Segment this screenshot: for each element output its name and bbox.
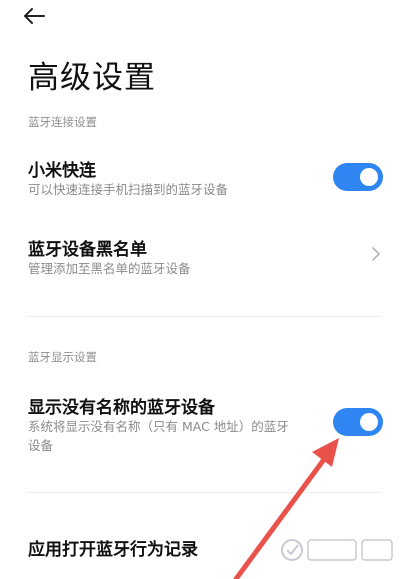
back-arrow-icon	[24, 8, 45, 24]
section-divider	[28, 316, 380, 317]
blacklist-subtitle: 管理添加至黑名单的蓝牙设备	[28, 261, 191, 276]
section-header-bluetooth-display: 蓝牙显示设置	[28, 350, 97, 364]
blacklist-title[interactable]: 蓝牙设备黑名单	[28, 235, 147, 260]
section-header-bluetooth-connection: 蓝牙连接设置	[28, 115, 97, 129]
show-unnamed-devices-toggle[interactable]	[333, 408, 383, 436]
show-unnamed-devices-subtitle-line1: 系统将显示没有名称（只有 MAC 地址）的蓝牙	[28, 419, 289, 434]
show-unnamed-devices-subtitle: 系统将显示没有名称（只有 MAC 地址）的蓝牙 设备	[28, 417, 318, 455]
xiaomi-quick-connect-title: 小米快连	[28, 161, 96, 181]
bluetooth-activity-log-title[interactable]: 应用打开蓝牙行为记录	[28, 535, 198, 560]
baidu-jingyan-watermark	[281, 539, 393, 561]
toggle-knob	[360, 413, 378, 431]
toggle-knob	[360, 168, 378, 186]
xiaomi-quick-connect-toggle[interactable]	[333, 163, 383, 191]
advanced-settings-screen: 高级设置 蓝牙连接设置 小米快连 可以快速连接手机扫描到的蓝牙设备 蓝牙设备黑名…	[0, 0, 408, 579]
show-unnamed-devices-subtitle-line2: 设备	[28, 438, 54, 453]
show-unnamed-devices-title: 显示没有名称的蓝牙设备	[28, 398, 215, 418]
page-title: 高级设置	[28, 60, 156, 96]
section-divider	[28, 492, 380, 493]
chevron-right-icon[interactable]	[370, 246, 382, 262]
back-button[interactable]	[22, 2, 58, 30]
xiaomi-quick-connect-subtitle: 可以快速连接手机扫描到的蓝牙设备	[28, 182, 229, 197]
